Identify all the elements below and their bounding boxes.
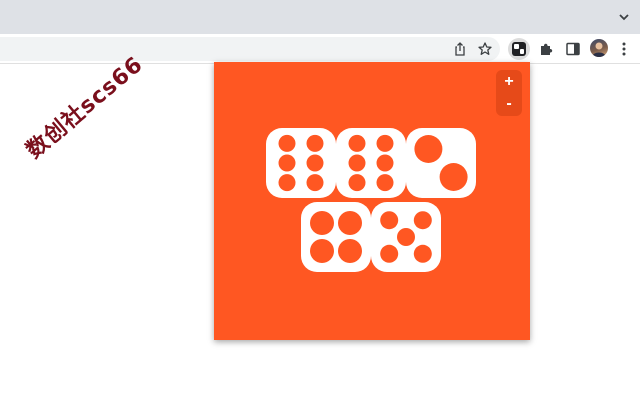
die-pip: [348, 134, 366, 152]
die-pip: [376, 174, 394, 192]
die-face: [406, 128, 476, 198]
bookmark-star-icon[interactable]: [477, 41, 493, 57]
share-icon[interactable]: [452, 41, 468, 57]
die-pip: [439, 163, 468, 191]
die-face: [301, 202, 371, 272]
person-icon: [592, 42, 606, 57]
browser-toolbar: [0, 34, 640, 64]
die-pip: [413, 244, 432, 263]
browser-window: 数创社scs66 + -: [0, 0, 640, 400]
die-1[interactable]: [266, 128, 336, 198]
more-menu-icon[interactable]: [620, 41, 628, 57]
watermark-text: 数创社scs66: [21, 52, 149, 164]
die-face: [336, 128, 406, 198]
die-pip: [338, 239, 362, 263]
dice-extension-button[interactable]: [508, 38, 530, 60]
die-face: [266, 128, 336, 198]
die-pip: [348, 174, 366, 192]
die-2[interactable]: [336, 128, 406, 198]
die-4[interactable]: [301, 202, 371, 272]
extension-popup: + -: [214, 62, 530, 340]
chevron-down-icon[interactable]: [616, 9, 632, 25]
side-panel-icon[interactable]: [565, 41, 581, 57]
die-pip: [376, 154, 394, 172]
die-pip: [380, 211, 399, 230]
die-pip: [306, 174, 324, 192]
die-pip: [338, 211, 362, 235]
die-pip: [306, 154, 324, 172]
die-pip: [413, 211, 432, 230]
dice-extension-icon: [512, 42, 526, 56]
dice-board: [266, 128, 476, 272]
zoom-controls: + -: [496, 70, 522, 116]
die-pip: [310, 211, 334, 235]
die-pip: [380, 244, 399, 263]
zoom-in-button[interactable]: +: [496, 71, 522, 93]
tab-strip: [0, 0, 640, 34]
extensions-puzzle-icon[interactable]: [538, 41, 554, 57]
die-pip: [306, 134, 324, 152]
die-pip: [310, 239, 334, 263]
die-pip: [278, 174, 296, 192]
address-bar[interactable]: [0, 37, 500, 61]
die-pip: [278, 154, 296, 172]
die-pip: [414, 135, 443, 163]
zoom-out-button[interactable]: -: [496, 93, 522, 115]
profile-avatar[interactable]: [590, 39, 608, 57]
die-pip: [397, 228, 415, 246]
die-5[interactable]: [371, 202, 441, 272]
die-pip: [348, 154, 366, 172]
die-pip: [376, 134, 394, 152]
die-pip: [278, 134, 296, 152]
die-3[interactable]: [406, 128, 476, 198]
